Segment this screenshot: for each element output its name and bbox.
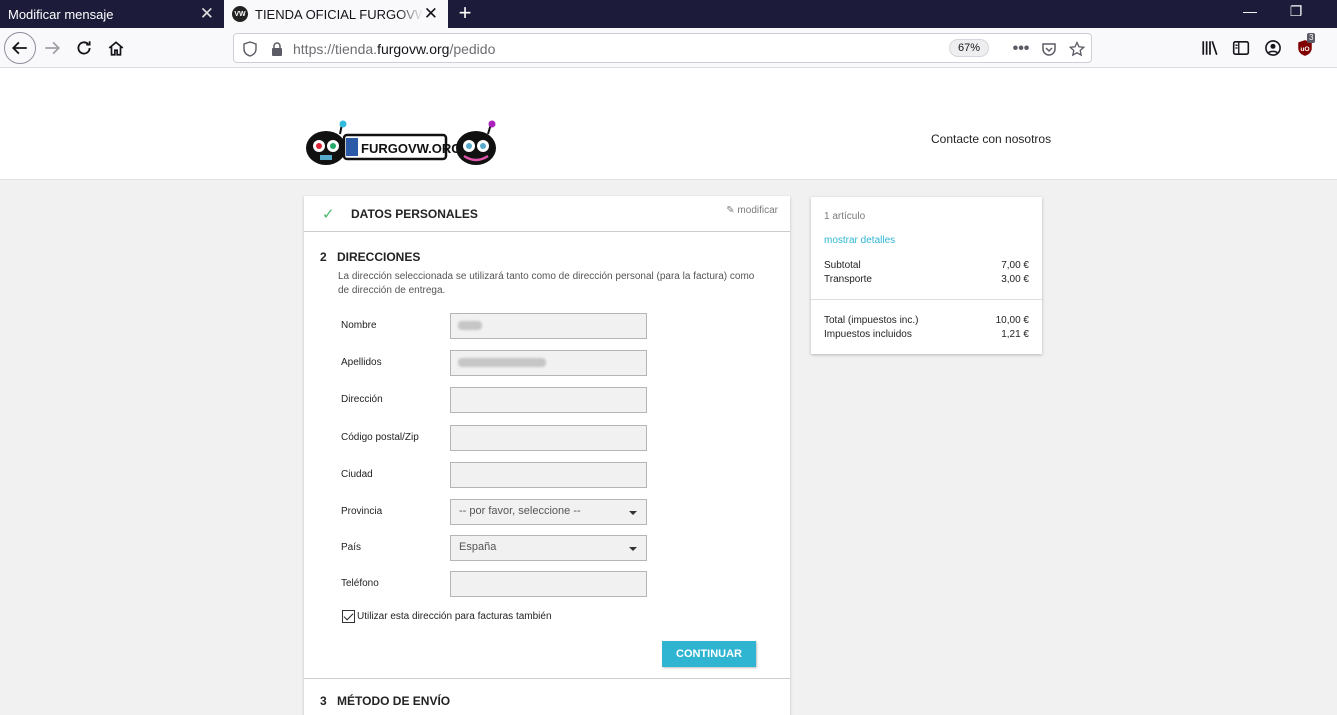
- step-number: 2: [320, 250, 327, 264]
- navigation-toolbar: https://tienda.furgovw.org/pedido 67% ••…: [0, 28, 1337, 68]
- direccion-input[interactable]: [450, 387, 647, 413]
- ciudad-input[interactable]: [450, 462, 647, 488]
- contact-link[interactable]: Contacte con nosotros: [931, 132, 1051, 146]
- form-row-provincia: Provincia -- por favor, seleccione --: [341, 499, 651, 525]
- sidebar-icon[interactable]: [1227, 34, 1255, 62]
- form-row-apellidos: Apellidos: [341, 350, 651, 376]
- form-row-nombre: Nombre: [341, 313, 651, 339]
- restore-icon[interactable]: ❐: [1286, 3, 1306, 20]
- step-shipping-title[interactable]: MÉTODO DE ENVÍO: [337, 694, 450, 708]
- right-mascot-icon: [456, 120, 496, 165]
- divider: [304, 678, 790, 679]
- minimize-icon[interactable]: —: [1240, 3, 1260, 19]
- checkout-steps: ✓ DATOS PERSONALES ✎ modificar 2 DIRECCI…: [304, 196, 790, 715]
- cart-summary: 1 artículo mostrar detalles Subtotal 7,00…: [811, 197, 1042, 354]
- pencil-icon: ✎: [726, 205, 735, 216]
- library-icon[interactable]: [1196, 34, 1224, 62]
- tab-title: TIENDA OFICIAL FURGOVW.ORG: [255, 6, 423, 22]
- site-header: FURGOVW.ORG Contacte con nosotros: [0, 68, 1337, 180]
- step-personal-data[interactable]: ✓ DATOS PERSONALES ✎ modificar: [304, 196, 790, 232]
- tab-bar: Modificar mensaje ✕ VW TIENDA OFICIAL FU…: [0, 0, 1337, 28]
- back-icon[interactable]: [4, 32, 36, 64]
- tax-line: Impuestos incluidos 1,21 €: [824, 329, 1029, 340]
- billing-same-address[interactable]: Utilizar esta dirección para facturas ta…: [342, 610, 552, 623]
- edit-link[interactable]: ✎ modificar: [726, 205, 778, 216]
- address-description: La dirección seleccionada se utilizará t…: [338, 271, 755, 296]
- tab-tienda[interactable]: VW TIENDA OFICIAL FURGOVW.ORG ✕: [224, 0, 448, 28]
- shield-icon[interactable]: [242, 41, 258, 57]
- step-title: DATOS PERSONALES: [351, 207, 478, 221]
- bookmark-star-icon[interactable]: [1067, 39, 1087, 59]
- more-actions-icon[interactable]: •••: [1011, 39, 1031, 59]
- postal-code-input[interactable]: [450, 425, 647, 451]
- subtotal-line: Subtotal 7,00 €: [824, 260, 1029, 271]
- form-row-pais: País España: [341, 535, 651, 561]
- favicon-icon: VW: [232, 6, 248, 22]
- item-count: 1 artículo: [824, 211, 866, 222]
- check-icon: ✓: [322, 206, 335, 223]
- field-label: Código postal/Zip: [341, 432, 419, 443]
- redacted-value: [458, 358, 546, 367]
- step-number: 3: [320, 694, 327, 708]
- billing-checkbox[interactable]: [342, 610, 355, 623]
- pocket-icon[interactable]: [1039, 39, 1059, 59]
- reload-icon[interactable]: [70, 34, 98, 62]
- form-row-ciudad: Ciudad: [341, 462, 651, 488]
- url-text: https://tienda.furgovw.org/pedido: [293, 41, 496, 57]
- field-label: Provincia: [341, 506, 383, 517]
- close-icon[interactable]: ✕: [200, 4, 214, 24]
- form-row-telefono: Teléfono: [341, 571, 651, 597]
- page-content: FURGOVW.ORG Contacte con nosotros ✓ DATO…: [0, 68, 1337, 715]
- extension-badge: 3: [1307, 33, 1316, 43]
- tab-modificar-mensaje[interactable]: Modificar mensaje ✕: [0, 0, 224, 28]
- account-icon[interactable]: [1259, 34, 1287, 62]
- field-label: Ciudad: [341, 469, 373, 480]
- furgovw-logo[interactable]: FURGOVW.ORG: [304, 120, 500, 170]
- shipping-line: Transporte 3,00 €: [824, 274, 1029, 285]
- continue-button[interactable]: CONTINUAR: [662, 641, 756, 667]
- zoom-indicator[interactable]: 67%: [949, 39, 989, 57]
- field-label: Apellidos: [341, 357, 382, 368]
- svg-text:uO: uO: [1300, 46, 1309, 53]
- redacted-value: [458, 321, 482, 330]
- field-label: País: [341, 542, 362, 553]
- forward-icon[interactable]: [38, 34, 66, 62]
- svg-text:FURGOVW.ORG: FURGOVW.ORG: [361, 141, 461, 156]
- left-mascot-icon: [306, 120, 347, 165]
- provincia-select[interactable]: -- por favor, seleccione --: [450, 499, 647, 525]
- lock-icon[interactable]: [269, 41, 285, 57]
- field-label: Dirección: [341, 394, 383, 405]
- home-icon[interactable]: [102, 34, 130, 62]
- form-row-codigo-postal: Código postal/Zip: [341, 425, 651, 451]
- close-icon[interactable]: ✕: [424, 4, 438, 24]
- step-title: DIRECCIONES: [337, 250, 421, 264]
- pais-select[interactable]: España: [450, 535, 647, 561]
- divider: [811, 299, 1042, 300]
- address-bar[interactable]: https://tienda.furgovw.org/pedido 67% ••…: [233, 33, 1092, 63]
- tab-title: Modificar mensaje: [8, 6, 114, 22]
- form-row-direccion: Dirección: [341, 387, 651, 413]
- telefono-input[interactable]: [450, 571, 647, 597]
- show-details-link[interactable]: mostrar detalles: [824, 235, 895, 246]
- field-label: Teléfono: [341, 578, 379, 589]
- new-tab-icon[interactable]: +: [453, 1, 477, 25]
- total-line: Total (impuestos inc.) 10,00 €: [824, 315, 1029, 326]
- checkbox-label: Utilizar esta dirección para facturas ta…: [357, 611, 552, 622]
- field-label: Nombre: [341, 320, 377, 331]
